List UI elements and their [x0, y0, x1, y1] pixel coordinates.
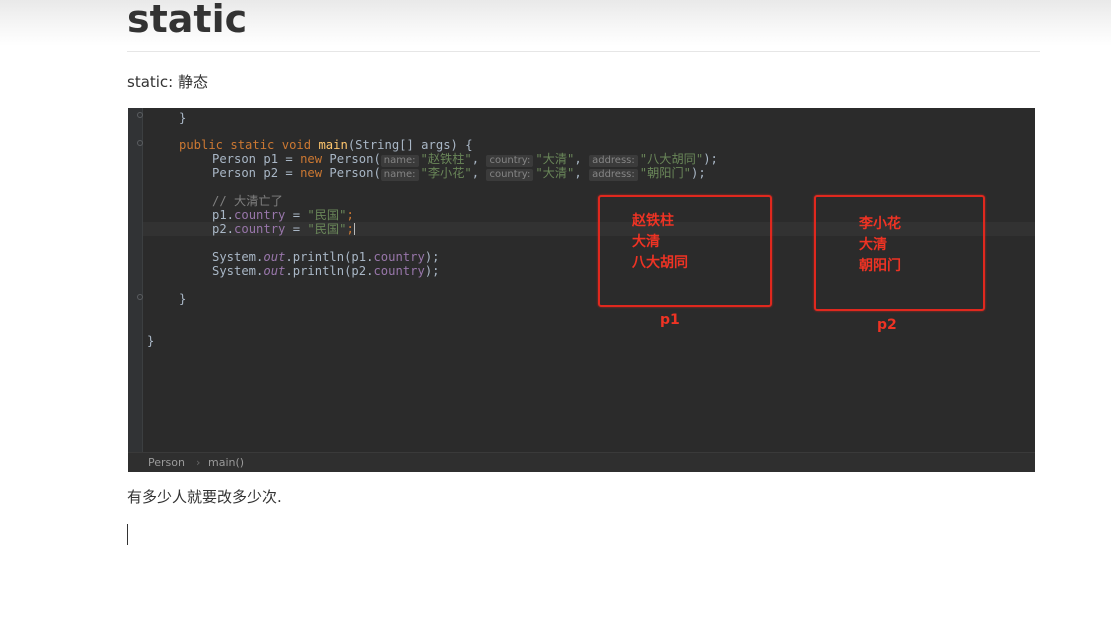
p1-annotation-text: 赵铁柱 大清 八大胡同: [632, 213, 688, 271]
string-token: "八大胡同": [639, 152, 704, 166]
code-token: );: [691, 166, 706, 180]
string-token: "朝阳门": [639, 166, 691, 180]
code-comment: // 大清亡了: [212, 194, 283, 208]
keyword-token: void: [281, 138, 312, 152]
code-line: p2.country = "民国";: [212, 222, 355, 236]
code-token: );: [703, 152, 718, 166]
code-token: }: [179, 111, 187, 125]
code-token: Person(: [322, 152, 381, 166]
string-token: "赵铁柱": [420, 152, 472, 166]
page-title: static: [127, 0, 248, 41]
intro-paragraph[interactable]: static: 静态: [127, 71, 208, 93]
code-token: );: [424, 264, 440, 278]
code-line: System.out.println(p2.country);: [212, 264, 440, 278]
code-token: Person p2 =: [212, 166, 301, 180]
code-token: System.: [212, 264, 264, 278]
string-token: "大清": [535, 152, 575, 166]
code-token: =: [285, 208, 308, 222]
field-token: country: [234, 208, 286, 222]
code-line: public static void main(String[] args) {: [179, 138, 473, 152]
code-token: }: [179, 292, 187, 306]
code-line: }: [179, 292, 186, 306]
p2-annotation-text: 李小花 大清 朝阳门: [859, 216, 901, 274]
static-field-token: out: [263, 264, 286, 278]
text-cursor: [353, 223, 355, 235]
editor-breadcrumb-bar: Person › main(): [128, 452, 1035, 472]
method-name-token: main: [318, 138, 348, 152]
editor-caret[interactable]: [127, 524, 128, 545]
breadcrumb-separator-icon: ›: [196, 456, 201, 469]
breadcrumb-class: Person: [148, 456, 185, 469]
keyword-token: new: [300, 152, 323, 166]
keyword-token: public: [179, 138, 224, 152]
code-token: (String[] args) {: [347, 138, 473, 152]
p1-label: p1: [660, 312, 680, 328]
parameter-hint: address:: [589, 169, 638, 181]
static-field-token: out: [263, 250, 286, 264]
keyword-token: new: [300, 166, 323, 180]
string-token: "民国": [307, 222, 347, 236]
document-page: static static: 静态 } public static void m…: [0, 0, 1111, 622]
code-line: System.out.println(p1.country);: [212, 250, 440, 264]
after-paragraph[interactable]: 有多少人就要改多少次.: [127, 486, 282, 508]
code-screenshot: } public static void main(String[] args)…: [128, 108, 1035, 472]
field-token: country: [373, 250, 425, 264]
code-token: ;: [346, 208, 354, 222]
code-token: .println(p2.: [285, 264, 374, 278]
code-line: p1.country = "民国";: [212, 208, 354, 222]
code-token: }: [147, 334, 155, 348]
code-token: Person p1 =: [212, 152, 301, 166]
string-token: "大清": [535, 166, 575, 180]
string-token: "李小花": [420, 166, 472, 180]
parameter-hint: name:: [380, 169, 419, 181]
keyword-token: static: [230, 138, 275, 152]
code-token: Person(: [322, 166, 381, 180]
field-token: country: [373, 264, 425, 278]
code-token: .println(p1.: [285, 250, 374, 264]
code-line: }: [147, 334, 154, 348]
code-line: Person p2 = new Person(name: "李小花", count…: [212, 166, 706, 181]
heading-divider: [127, 51, 1040, 52]
code-token: p2.: [212, 222, 235, 236]
code-token: ;: [346, 222, 354, 236]
code-token: p1.: [212, 208, 235, 222]
code-line: }: [179, 111, 186, 125]
p2-label: p2: [877, 317, 897, 333]
breadcrumb-method: main(): [208, 456, 245, 469]
parameter-hint: country:: [486, 169, 534, 181]
code-line: Person p1 = new Person(name: "赵铁柱", count…: [212, 152, 718, 167]
code-token: );: [424, 250, 440, 264]
field-token: country: [234, 222, 286, 236]
code-block: } public static void main(String[] args)…: [128, 108, 718, 430]
string-token: "民国": [307, 208, 347, 222]
code-token: =: [285, 222, 308, 236]
code-token: System.: [212, 250, 264, 264]
